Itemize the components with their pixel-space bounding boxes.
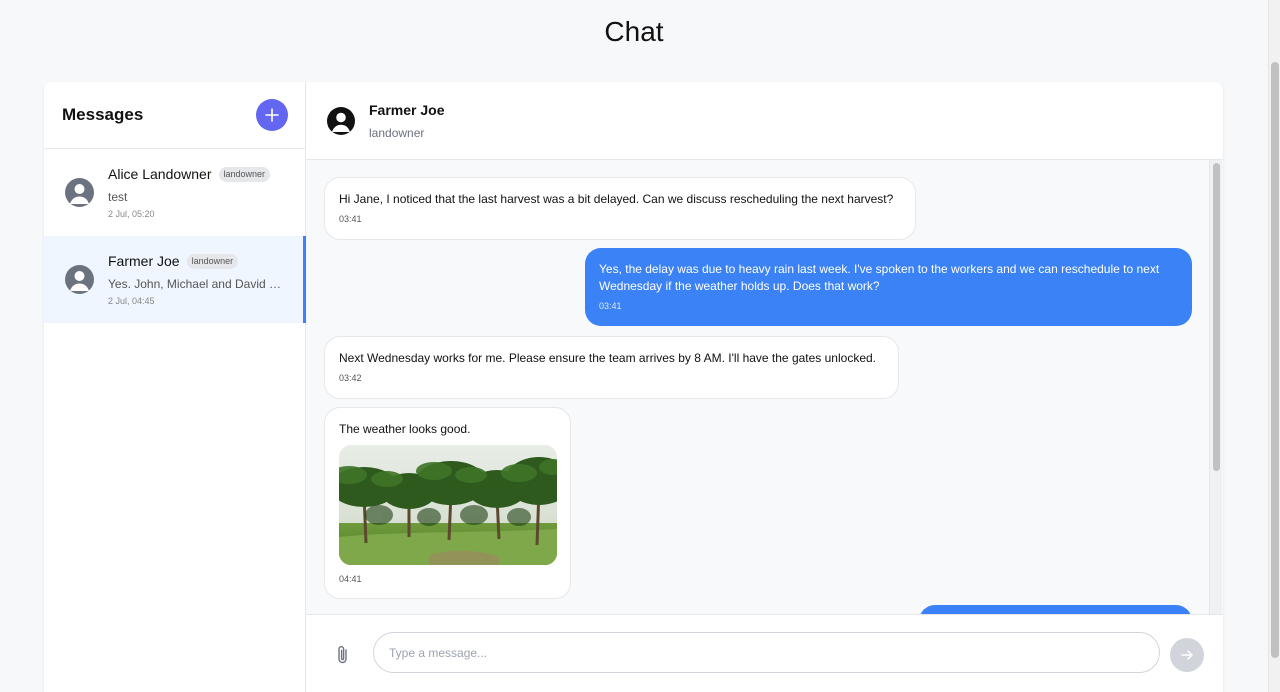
conversation-sidebar: Messages Alice Landowner landowner test bbox=[44, 82, 306, 692]
user-icon bbox=[332, 112, 350, 132]
message-time: 03:41 bbox=[599, 301, 622, 311]
avatar bbox=[65, 178, 94, 207]
sidebar-title: Messages bbox=[62, 105, 144, 124]
message-text: Yes, the delay was due to heavy rain las… bbox=[599, 262, 1160, 293]
page-title: Chat bbox=[604, 16, 664, 47]
message-list-scrollbar[interactable] bbox=[1209, 160, 1222, 614]
message-input[interactable] bbox=[373, 632, 1160, 673]
role-badge: landowner bbox=[218, 166, 271, 182]
message-time: 03:42 bbox=[339, 373, 362, 383]
chat-panel: Farmer Joe landowner Hi Jane, I noticed … bbox=[306, 82, 1223, 692]
user-icon bbox=[70, 184, 89, 204]
paperclip-icon bbox=[338, 646, 347, 664]
send-button[interactable] bbox=[1170, 638, 1204, 672]
new-conversation-button[interactable] bbox=[256, 99, 288, 131]
message-list[interactable]: Hi Jane, I noticed that the last harvest… bbox=[306, 160, 1223, 614]
page-scrollbar-thumb[interactable] bbox=[1271, 62, 1279, 658]
message-incoming: Hi Jane, I noticed that the last harvest… bbox=[324, 177, 916, 240]
message-incoming: Next Wednesday works for me. Please ensu… bbox=[324, 336, 899, 399]
conversation-item-active[interactable]: Farmer Joe landowner Yes. John, Michael … bbox=[44, 236, 306, 323]
contact-name: Farmer Joe bbox=[369, 101, 445, 118]
chat-app: Messages Alice Landowner landowner test bbox=[44, 82, 1223, 692]
contact-avatar bbox=[327, 106, 355, 135]
sidebar-header: Messages bbox=[44, 82, 305, 149]
message-outgoing bbox=[919, 605, 1192, 614]
conversation-name: Alice Landowner bbox=[108, 166, 212, 182]
page-scrollbar[interactable] bbox=[1268, 0, 1280, 692]
scrollbar-thumb[interactable] bbox=[1213, 163, 1220, 471]
conversation-preview: test bbox=[108, 190, 128, 204]
message-time: 03:41 bbox=[339, 214, 362, 224]
arrow-right-icon bbox=[1181, 650, 1193, 660]
conversation-name: Farmer Joe bbox=[108, 253, 180, 269]
message-outgoing: Yes, the delay was due to heavy rain las… bbox=[585, 248, 1192, 326]
role-badge: landowner bbox=[186, 253, 239, 269]
message-text: Hi Jane, I noticed that the last harvest… bbox=[339, 192, 894, 206]
message-incoming-with-image: The weather looks good. 04:41 bbox=[324, 407, 571, 599]
conversation-time: 2 Jul, 05:20 bbox=[108, 209, 155, 219]
chat-header: Farmer Joe landowner bbox=[306, 82, 1223, 160]
message-text: The weather looks good. bbox=[339, 422, 471, 436]
conversation-time: 2 Jul, 04:45 bbox=[108, 296, 155, 306]
conversation-item[interactable]: Alice Landowner landowner test 2 Jul, 05… bbox=[44, 149, 305, 236]
avatar bbox=[65, 265, 94, 294]
message-text: Next Wednesday works for me. Please ensu… bbox=[339, 351, 876, 365]
plus-icon bbox=[265, 108, 279, 122]
user-icon bbox=[70, 271, 89, 291]
oil-palm-plantation-photo[interactable] bbox=[339, 445, 557, 565]
message-time: 04:41 bbox=[339, 574, 362, 584]
attach-button[interactable] bbox=[333, 644, 353, 666]
conversation-preview: Yes. John, Michael and David will be the… bbox=[108, 277, 286, 291]
message-composer bbox=[306, 614, 1223, 692]
contact-role: landowner bbox=[369, 125, 425, 140]
